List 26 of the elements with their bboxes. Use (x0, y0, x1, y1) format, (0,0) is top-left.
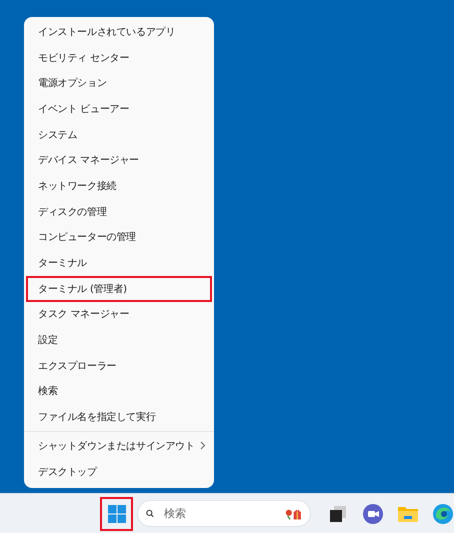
start-button[interactable] (100, 496, 133, 530)
menu-item[interactable]: 電源オプション (26, 70, 212, 96)
menu-item[interactable]: エクスプローラー (26, 352, 212, 379)
menu-item[interactable]: デバイス マネージャー (26, 147, 212, 174)
chat-icon[interactable] (362, 502, 384, 524)
menu-item[interactable]: 検索 (26, 378, 212, 404)
menu-item[interactable]: デスクトップ (26, 458, 212, 484)
browser-icon[interactable] (432, 502, 454, 524)
menu-item[interactable]: タスク マネージャー (26, 302, 212, 328)
menu-item[interactable]: ファイル名を指定して実行 (26, 404, 212, 430)
search-icon (146, 507, 154, 520)
menu-item[interactable]: インストールされているアプリ (26, 19, 212, 45)
menu-item[interactable]: ディスクの管理 (26, 198, 212, 224)
menu-item[interactable]: ネットワーク接続 (26, 173, 212, 199)
menu-item[interactable]: イベント ビューアー (26, 96, 212, 122)
menu-item[interactable]: コンピューターの管理 (26, 224, 212, 250)
menu-item[interactable]: ターミナル (管理者) (26, 276, 212, 302)
search-field[interactable]: 検索 (162, 506, 276, 521)
menu-item[interactable]: モビリティ センター (26, 44, 212, 70)
search-bar[interactable]: 検索 (137, 500, 311, 527)
menu-item[interactable]: シャットダウンまたはサインアウト (26, 433, 212, 459)
chevron-right-icon (200, 441, 206, 450)
menu-item[interactable]: システム (26, 122, 212, 148)
menu-item[interactable]: ターミナル (26, 250, 212, 276)
windows-logo-icon (108, 504, 126, 522)
menu-item[interactable]: 設定 (26, 327, 212, 353)
